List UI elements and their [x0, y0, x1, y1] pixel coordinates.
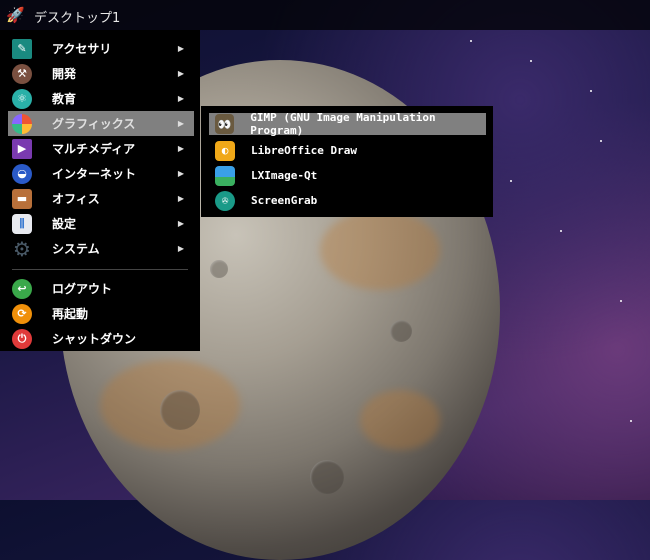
menu-item-graphics[interactable]: グラフィックス ▶	[8, 111, 194, 136]
menu-item-internet[interactable]: ◒ インターネット ▶	[8, 161, 194, 186]
menu-item-education[interactable]: ⚛ 教育 ▶	[8, 86, 194, 111]
menu-label: ログアウト	[52, 282, 113, 296]
top-panel: 🚀 デスクトップ1	[0, 0, 650, 30]
accessories-icon: ✎	[12, 38, 32, 59]
menu-label: グラフィックス	[52, 117, 136, 131]
submenu-label: ScreenGrab	[251, 194, 318, 207]
development-icon: ⚒	[12, 63, 32, 84]
submenu-label: LibreOffice Draw	[251, 144, 357, 157]
reboot-icon: ⟳	[12, 303, 32, 324]
internet-icon: ◒	[12, 163, 32, 184]
menu-item-accessories[interactable]: ✎ アクセサリ ▶	[8, 36, 194, 61]
graphics-icon	[12, 113, 32, 134]
office-icon: ▬	[12, 188, 32, 209]
menu-item-system[interactable]: ⚙ システム ▶	[8, 236, 194, 261]
menu-item-shutdown[interactable]: ⏻ シャットダウン	[8, 326, 194, 351]
submenu-item-screengrab[interactable]: ✇ ScreenGrab	[209, 188, 486, 213]
submenu-label: LXImage-Qt	[251, 169, 318, 182]
submenu-arrow-icon: ▶	[177, 169, 184, 178]
submenu-arrow-icon: ▶	[177, 194, 184, 203]
menu-label: 教育	[52, 92, 77, 106]
gear-icon: ⚙	[13, 236, 31, 261]
submenu-arrow-icon: ▶	[177, 144, 184, 153]
menu-item-development[interactable]: ⚒ 開発 ▶	[8, 61, 194, 86]
libreoffice-draw-icon: ◐	[215, 140, 235, 161]
menu-separator	[12, 269, 188, 270]
submenu-item-libreoffice-draw[interactable]: ◐ LibreOffice Draw	[209, 138, 486, 163]
desktop-name[interactable]: デスクトップ1	[34, 7, 120, 26]
menu-label: シャットダウン	[52, 332, 137, 346]
education-icon: ⚛	[12, 88, 32, 109]
submenu-item-gimp[interactable]: 👀 GIMP (GNU Image Manipulation Program)	[209, 111, 486, 137]
menu-label: アクセサリ	[52, 42, 112, 56]
multimedia-icon: ▶	[12, 138, 32, 159]
submenu-item-lximage[interactable]: LXImage-Qt	[209, 163, 486, 188]
menu-label: インターネット	[52, 167, 137, 181]
menu-label: 再起動	[52, 307, 89, 321]
menu-item-reboot[interactable]: ⟳ 再起動	[8, 301, 194, 326]
menu-label: システム	[52, 242, 100, 256]
logout-icon: ↩	[12, 278, 32, 299]
graphics-submenu: 👀 GIMP (GNU Image Manipulation Program) ◐…	[201, 106, 493, 217]
submenu-arrow-icon: ▶	[177, 244, 184, 253]
submenu-arrow-icon: ▶	[177, 94, 184, 103]
lximage-icon	[215, 165, 235, 186]
menu-label: 設定	[52, 217, 77, 231]
screengrab-icon: ✇	[215, 190, 235, 211]
settings-icon: ⫼	[12, 213, 32, 234]
shutdown-icon: ⏻	[12, 328, 32, 349]
gimp-icon: 👀	[215, 114, 235, 134]
submenu-arrow-icon: ▶	[177, 69, 184, 78]
menu-label: マルチメディア	[52, 142, 136, 156]
menu-label: オフィス	[52, 192, 100, 206]
menu-item-settings[interactable]: ⫼ 設定 ▶	[8, 211, 194, 236]
menu-item-logout[interactable]: ↩ ログアウト	[8, 276, 194, 301]
menu-item-multimedia[interactable]: ▶ マルチメディア ▶	[8, 136, 194, 161]
menu-item-office[interactable]: ▬ オフィス ▶	[8, 186, 194, 211]
submenu-arrow-icon: ▶	[177, 119, 184, 128]
submenu-label: GIMP (GNU Image Manipulation Program)	[250, 111, 436, 137]
menu-label: 開発	[52, 67, 77, 81]
submenu-arrow-icon: ▶	[177, 44, 184, 53]
application-menu: ✎ アクセサリ ▶ ⚒ 開発 ▶ ⚛ 教育 ▶ グラフィックス ▶ ▶ マルチメディア ▶ ◒ イン…	[0, 30, 200, 351]
submenu-arrow-icon: ▶	[177, 219, 184, 228]
rocket-icon[interactable]: 🚀	[6, 6, 25, 24]
